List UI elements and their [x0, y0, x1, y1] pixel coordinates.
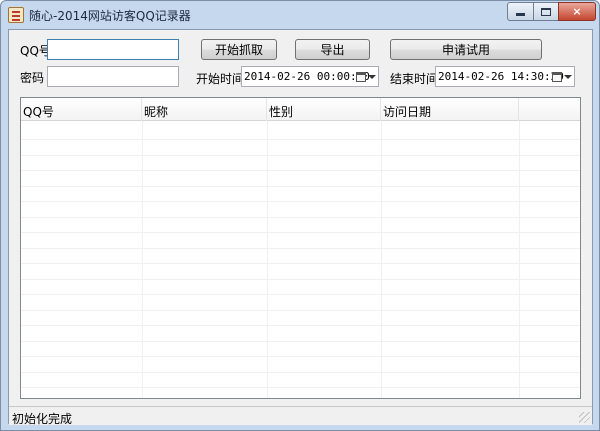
start-time-dropdown[interactable]: [355, 68, 377, 85]
start-time-label: 开始时间: [196, 72, 245, 86]
grid-row-line: [21, 139, 580, 140]
app-window: 随心-2014网站访客QQ记录器 × QQ号 密码 开始抓取 导出 申请试用 开…: [0, 0, 600, 431]
grid-row-line: [21, 356, 580, 357]
export-button[interactable]: 导出: [295, 39, 370, 60]
close-icon: ×: [572, 5, 582, 18]
visitor-list[interactable]: QQ号 昵称 性别 访问日期: [20, 97, 581, 399]
grid-row-line: [21, 387, 580, 388]
column-header-qq[interactable]: QQ号: [21, 98, 142, 121]
grid-row-line: [21, 340, 580, 342]
status-bar: 初始化完成: [9, 406, 592, 426]
client-area: QQ号 密码 开始抓取 导出 申请试用 开始时间 2014-02-26 00:0…: [8, 29, 593, 426]
password-label: 密码: [20, 71, 45, 85]
end-time-dropdown[interactable]: [551, 68, 573, 85]
start-time-picker[interactable]: 2014-02-26 00:00:00: [241, 66, 379, 87]
end-time-picker[interactable]: 2014-02-26 14:30:20: [435, 66, 575, 87]
resize-grip-icon[interactable]: [579, 412, 590, 423]
grid-row-line: [21, 170, 580, 171]
maximize-button[interactable]: [533, 2, 559, 21]
grid-row-line: [21, 247, 580, 249]
end-time-label: 结束时间: [390, 72, 439, 86]
calendar-icon: [356, 71, 366, 82]
notebook-icon: [8, 7, 24, 23]
start-capture-button[interactable]: 开始抓取: [201, 39, 277, 60]
column-header-visit-date[interactable]: 访问日期: [381, 98, 519, 121]
calendar-icon: [552, 71, 562, 82]
grid-row-line: [21, 371, 580, 373]
grid-row-line: [21, 309, 580, 311]
end-time-value: 2014-02-26 14:30:20: [438, 70, 564, 83]
grid-row-line: [21, 154, 580, 156]
chevron-down-icon: [368, 74, 376, 79]
grid-row-line: [21, 278, 580, 280]
qq-input[interactable]: [47, 39, 179, 60]
title-bar[interactable]: 随心-2014网站访客QQ记录器 ×: [1, 1, 599, 28]
grid-row-line: [21, 325, 580, 326]
minimize-icon: [516, 13, 525, 16]
apply-trial-button[interactable]: 申请试用: [390, 39, 542, 60]
grid-column-line: [519, 121, 520, 398]
grid-column-line: [142, 121, 143, 398]
grid-row-line: [21, 216, 580, 218]
column-header-nickname[interactable]: 昵称: [142, 98, 267, 121]
password-input[interactable]: [47, 66, 179, 87]
status-text: 初始化完成: [12, 412, 73, 426]
grid-row-line: [21, 201, 580, 202]
start-time-value: 2014-02-26 00:00:00: [244, 70, 370, 83]
close-button[interactable]: ×: [558, 2, 596, 21]
minimize-button[interactable]: [507, 2, 534, 21]
column-header-gender[interactable]: 性别: [267, 98, 381, 121]
grid-row-line: [21, 263, 580, 264]
grid-row-line: [21, 294, 580, 295]
grid-column-line: [381, 121, 382, 398]
grid-row-line: [21, 185, 580, 187]
grid-column-line: [267, 121, 268, 398]
grid-row-line: [21, 232, 580, 233]
maximize-icon: [541, 7, 551, 16]
chevron-down-icon: [564, 74, 572, 79]
window-title: 随心-2014网站访客QQ记录器: [29, 9, 191, 23]
list-header: QQ号 昵称 性别 访问日期: [21, 98, 580, 121]
